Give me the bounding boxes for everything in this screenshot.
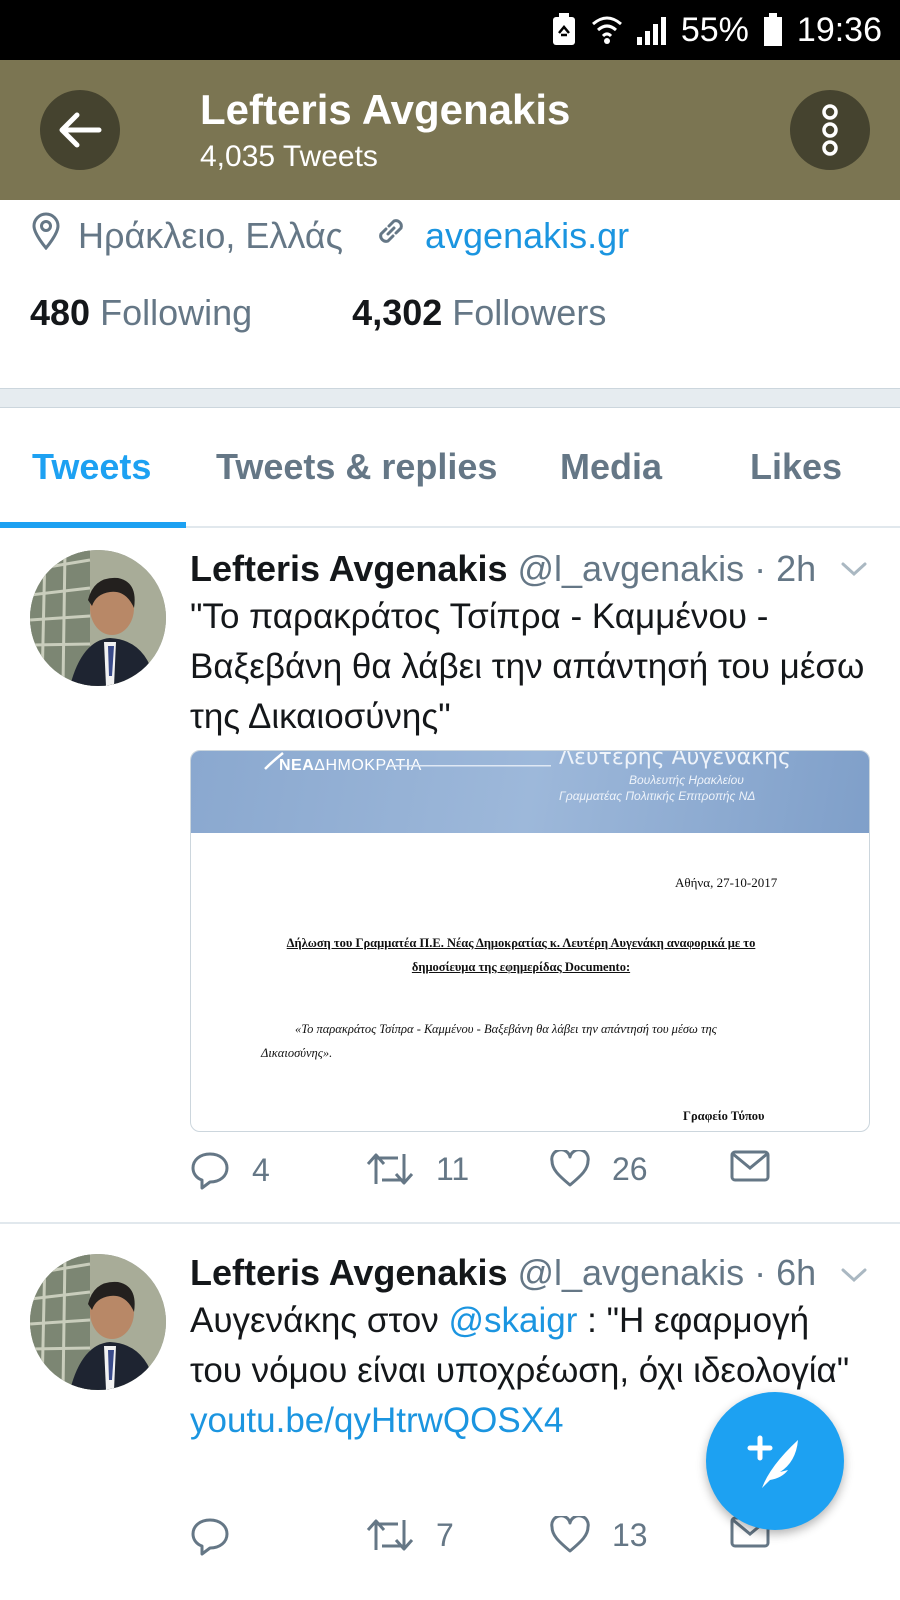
document-banner: ΝΕΑΔΗΜΟΚΡΑΤΙΑ Λευτέρης Αυγενάκης Βουλευτ… <box>191 750 869 833</box>
retweet-button[interactable]: 7 <box>366 1516 454 1554</box>
tweet-text-start: Αυγενάκης στον <box>190 1301 449 1340</box>
document-subtitle-2: Γραμματέας Πολιτικής Επιτροπής ΝΔ <box>559 789 756 803</box>
signal-icon <box>636 15 667 45</box>
author-handle[interactable]: @l_avgenakis <box>517 548 744 589</box>
active-tab-indicator <box>0 522 186 528</box>
like-count: 26 <box>612 1150 648 1187</box>
document-author: Λευτέρης Αυγενάκης <box>559 750 791 770</box>
following-count: 480 <box>30 292 91 333</box>
tweet-text: "Το παρακράτος Τσίπρα - Καμμένου - Βαξεβ… <box>190 597 865 736</box>
more-options-button[interactable] <box>790 90 870 170</box>
document-heading: Δήλωση του Γραμματέα Π.Ε. Νέας Δημοκρατί… <box>286 936 756 974</box>
tweet-separator <box>0 1222 900 1224</box>
follow-stats: 480 Following 4,302 Followers <box>30 292 606 334</box>
heart-icon <box>550 1516 590 1553</box>
section-divider <box>0 388 900 408</box>
tweet-count: 4,035 Tweets <box>200 140 378 173</box>
tab-tweets[interactable]: Tweets <box>32 446 151 488</box>
document-date: Αθήνα, 27-10-2017 <box>675 875 778 890</box>
like-count: 13 <box>612 1516 648 1553</box>
followers-count: 4,302 <box>352 292 443 333</box>
following-label: Following <box>100 292 253 333</box>
chevron-down-icon[interactable] <box>840 1266 868 1289</box>
followers-stat[interactable]: 4,302 Followers <box>352 292 606 334</box>
avatar[interactable] <box>30 1254 166 1390</box>
profile-tabs: Tweets Tweets & replies Media Likes <box>0 408 900 528</box>
document-body: «Το παρακράτος Τσίπρα - Καμμένου - Βαξεβ… <box>261 1022 717 1060</box>
author-name[interactable]: Lefteris Avgenakis <box>190 548 507 589</box>
tab-media[interactable]: Media <box>560 446 662 488</box>
retweet-icon <box>366 1153 414 1185</box>
compose-tweet-button[interactable] <box>706 1392 844 1530</box>
reply-button[interactable]: 4 <box>190 1150 270 1190</box>
battery-saver-icon <box>551 13 577 47</box>
tweet-time: · 6h <box>754 1252 817 1293</box>
clock: 19:36 <box>796 10 882 49</box>
banner-rule <box>391 765 551 767</box>
reply-icon <box>191 1152 229 1190</box>
link-icon <box>373 213 409 258</box>
wifi-icon <box>591 14 623 46</box>
direct-message-button[interactable] <box>730 1150 770 1182</box>
author-handle[interactable]: @l_avgenakis <box>517 1252 744 1293</box>
mention-link[interactable]: @skaigr <box>449 1301 578 1340</box>
battery-percent: 55% <box>680 10 749 49</box>
back-arrow-icon <box>59 112 102 148</box>
compose-tweet-icon <box>747 1435 798 1488</box>
battery-icon <box>763 13 783 47</box>
retweet-icon <box>366 1519 414 1551</box>
tab-likes[interactable]: Likes <box>750 446 842 488</box>
retweet-count: 11 <box>436 1150 470 1187</box>
heart-icon <box>550 1150 590 1187</box>
reply-button[interactable] <box>190 1516 252 1556</box>
chevron-down-icon[interactable] <box>840 560 868 583</box>
reply-count: 4 <box>252 1151 270 1188</box>
back-button[interactable] <box>40 90 120 170</box>
tweet-media-image[interactable]: ΝΕΑΔΗΜΟΚΡΑΤΙΑ Λευτέρης Αυγενάκης Βουλευτ… <box>190 750 870 1132</box>
tweet-actions: 4 11 26 <box>190 1150 870 1200</box>
profile-website-link[interactable]: avgenakis.gr <box>425 215 629 257</box>
tweet-time: · 2h <box>754 548 817 589</box>
more-vertical-icon <box>822 104 838 156</box>
envelope-icon <box>730 1150 770 1182</box>
followers-label: Followers <box>452 292 607 333</box>
profile-header: Lefteris Avgenakis 4,035 Tweets <box>0 60 900 200</box>
profile-name: Lefteris Avgenakis <box>200 86 571 133</box>
location-pin-icon <box>30 212 62 259</box>
document-signature: Γραφείο Τύπου <box>683 1109 765 1123</box>
tweet-url-link[interactable]: youtu.be/qyHtrwQOSX4 <box>190 1401 564 1440</box>
tab-tweets-replies[interactable]: Tweets & replies <box>216 446 497 488</box>
reply-icon <box>191 1518 229 1556</box>
like-button[interactable]: 26 <box>550 1150 648 1188</box>
avatar[interactable] <box>30 550 166 686</box>
tweet-header: Lefteris Avgenakis @l_avgenakis · 2h <box>190 548 816 590</box>
status-bar: 55% 19:36 <box>0 0 900 60</box>
profile-location: Ηράκλειο, Ελλάς <box>78 214 343 256</box>
retweet-button[interactable]: 11 <box>366 1150 469 1188</box>
tweet-header: Lefteris Avgenakis @l_avgenakis · 6h <box>190 1252 816 1294</box>
author-name[interactable]: Lefteris Avgenakis <box>190 1252 507 1293</box>
profile-meta: Ηράκλειο, Ελλάς avgenakis.gr <box>30 212 629 259</box>
following-stat[interactable]: 480 Following <box>30 292 252 334</box>
document-subtitle-1: Βουλευτής Ηρακλείου <box>629 773 744 787</box>
like-button[interactable]: 13 <box>550 1516 648 1554</box>
retweet-count: 7 <box>436 1516 454 1553</box>
